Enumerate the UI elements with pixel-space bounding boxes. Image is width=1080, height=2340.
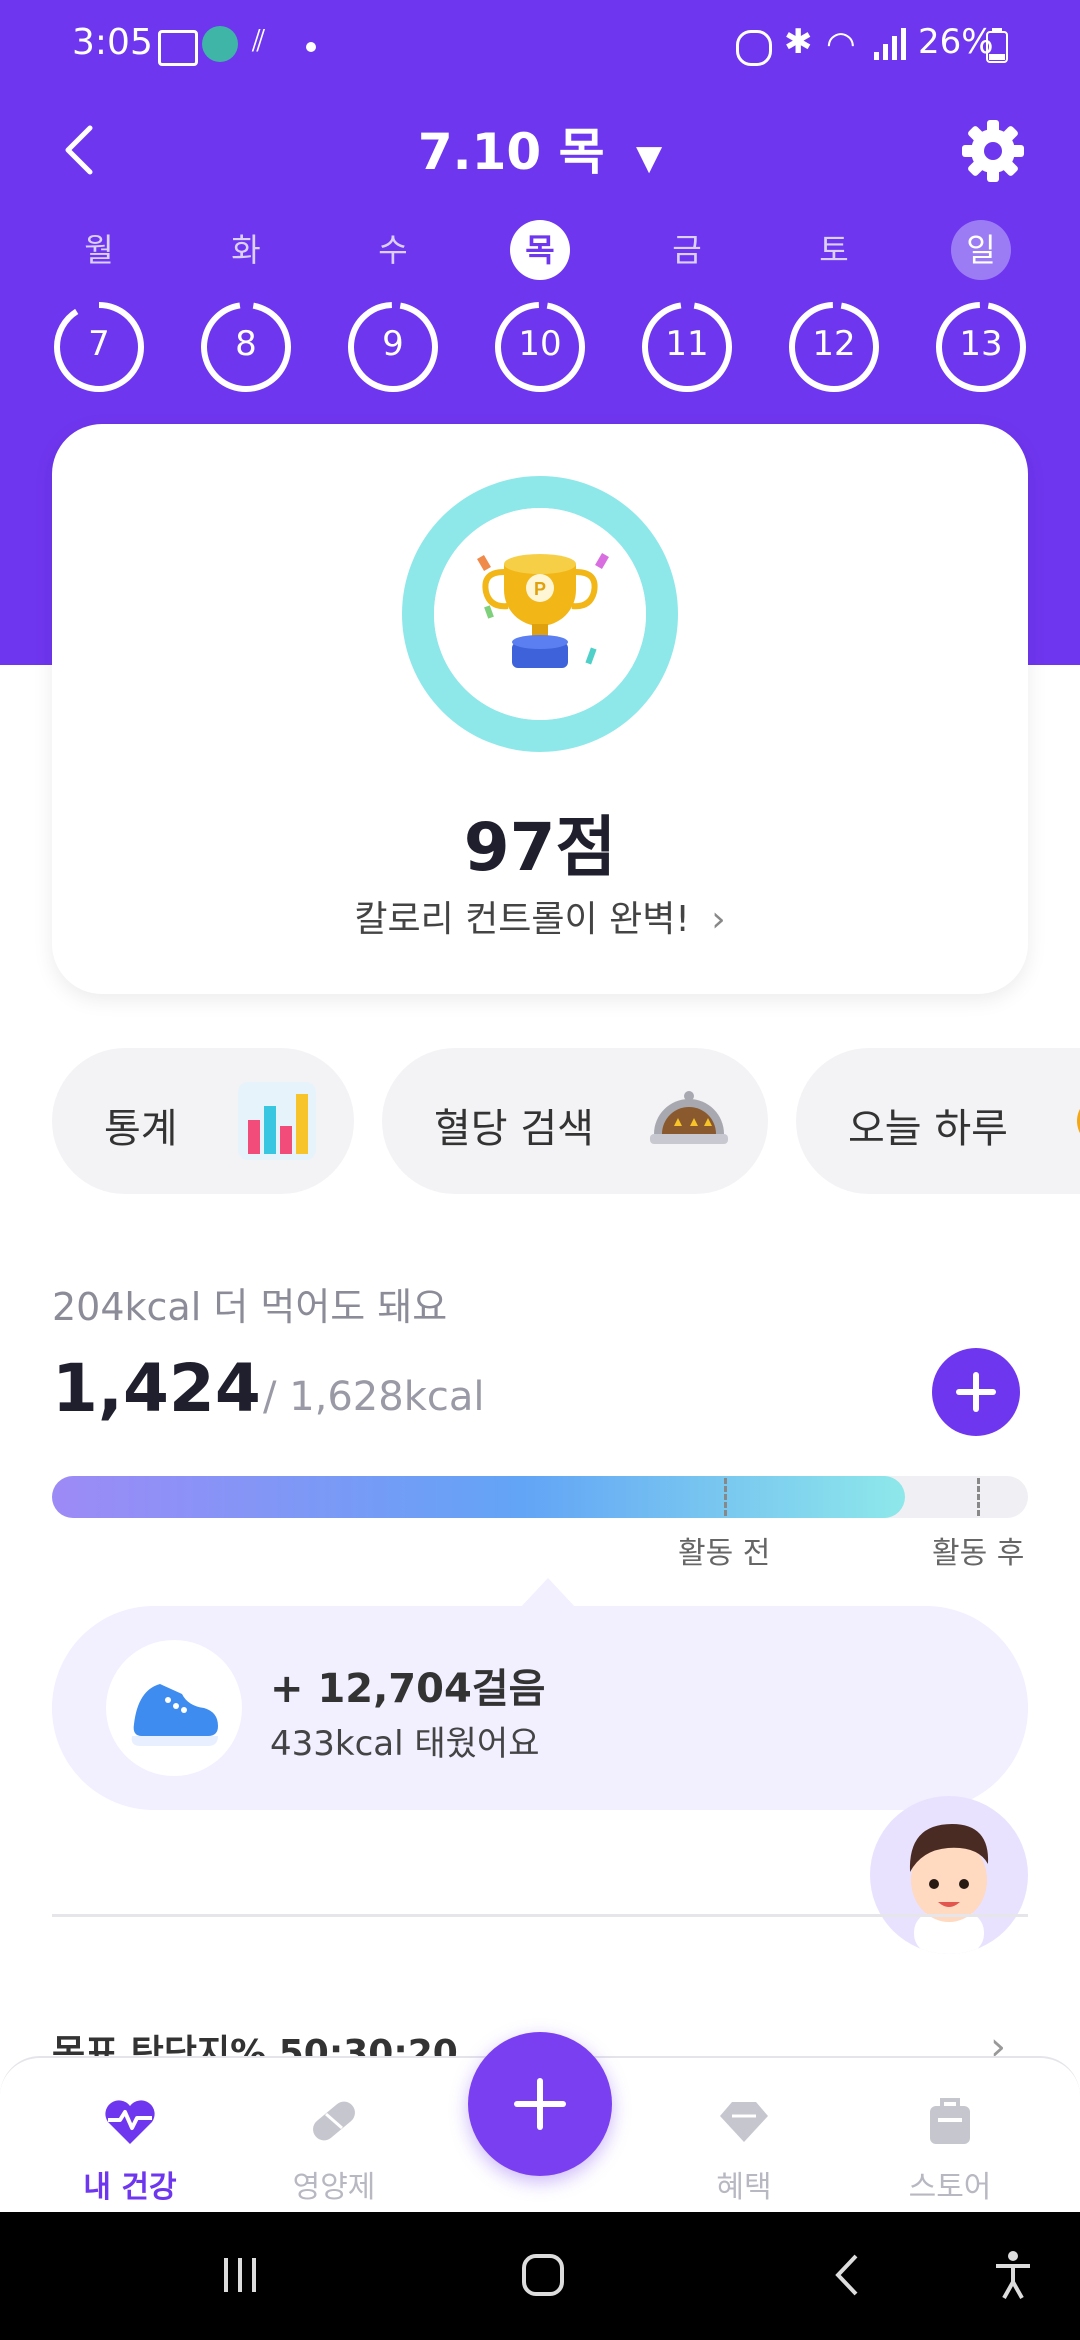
day-label: 목 — [510, 220, 570, 280]
status-bar: 3:05 ⫽ ✱ ◠ 26% — [0, 0, 1080, 95]
calories-remaining: 204kcal 더 먹어도 돼요 — [52, 1285, 448, 1329]
wifi-icon: ◠ — [826, 24, 856, 64]
nav-supplements[interactable]: 영양제 — [244, 2058, 424, 2214]
day-number: 12 — [812, 324, 856, 364]
score-message: 칼로리 컨트롤이 완벽! — [354, 899, 690, 940]
gallery-icon — [158, 30, 198, 66]
day-label: 토 — [819, 231, 849, 269]
alarm-icon — [736, 30, 772, 66]
score-ring: P — [402, 476, 678, 752]
bag-icon — [930, 2098, 970, 2144]
day-number: 11 — [665, 324, 709, 364]
section-divider — [52, 1914, 1028, 1917]
signal-icon — [874, 28, 906, 60]
add-meal-button[interactable] — [932, 1348, 1020, 1436]
day-number: 13 — [959, 324, 1003, 364]
day-number: 7 — [88, 324, 110, 364]
add-record-fab[interactable] — [468, 2032, 612, 2176]
battery-text: 26% — [918, 22, 994, 62]
today-label: 오늘 하루 — [848, 1106, 1008, 1152]
day-label: 월 — [84, 231, 114, 269]
dot-icon — [306, 42, 316, 52]
svg-text:P: P — [534, 579, 546, 599]
nav-label: 영양제 — [292, 2170, 376, 2205]
heart-pulse-icon — [105, 2100, 155, 2144]
today-icon — [1077, 1108, 1080, 1134]
shoe-avatar — [106, 1640, 242, 1776]
calories-consumed: 1,424 — [52, 1350, 261, 1427]
week-calendar: 월 7 화 8 수 9 목 10 금 11 토 12 일 13 — [0, 220, 1080, 400]
after-activity-marker — [977, 1478, 980, 1516]
shoe-icon — [131, 1684, 218, 1746]
gear-icon[interactable] — [958, 116, 1028, 186]
calories-goal: / 1,628kcal — [263, 1374, 485, 1420]
glucose-search-button[interactable]: 혈당 검색 — [382, 1048, 768, 1194]
nav-store[interactable]: 스토어 — [860, 2058, 1040, 2214]
day-label: 금 — [672, 231, 702, 269]
doctor-avatar-icon — [909, 1824, 989, 1954]
date-title: 7.10 목 — [417, 123, 605, 181]
food-tray-icon — [650, 1091, 728, 1144]
calorie-progress-bar — [52, 1476, 1028, 1518]
nav-label: 스토어 — [908, 2170, 992, 2205]
plus-icon — [956, 1372, 996, 1412]
nav-label: 혜택 — [716, 2170, 772, 2205]
calorie-progress-fill — [52, 1476, 906, 1518]
score-value: 97점 — [463, 809, 617, 886]
date-selector[interactable]: 7.10 목 ▼ — [0, 112, 1080, 184]
day-label: 수 — [378, 231, 408, 269]
assistant-avatar-button[interactable] — [870, 1796, 1028, 1954]
steps-card[interactable]: + 12,704걸음 433kcal 태웠어요 — [52, 1606, 1028, 1810]
status-time: 3:05 — [72, 22, 153, 63]
stats-button[interactable]: 통계 — [52, 1048, 354, 1194]
glucose-search-label: 혈당 검색 — [434, 1106, 594, 1152]
accessibility-icon[interactable] — [990, 2248, 1036, 2302]
quick-menu: 통계 혈당 검색 오늘 하루 — [0, 1048, 1080, 1194]
steps-count: + 12,704걸음 — [270, 1666, 546, 1712]
score-message-link[interactable]: 칼로리 컨트롤이 완벽! › — [52, 890, 1028, 942]
steps-burned: 433kcal 태웠어요 — [270, 1724, 540, 1764]
day-number: 8 — [235, 324, 257, 364]
day-number: 10 — [518, 324, 562, 364]
caret-down-icon: ▼ — [636, 138, 663, 178]
recent-apps-icon[interactable] — [218, 2252, 264, 2298]
plus-icon — [514, 2078, 566, 2130]
nav-label: 내 건강 — [83, 2170, 177, 2205]
after-activity-label: 활동 후 — [932, 1536, 1025, 1571]
sync-icon: ⫽ — [252, 24, 266, 59]
day-label: 화 — [231, 231, 261, 269]
nav-my-health[interactable]: 내 건강 — [40, 2058, 220, 2214]
system-navigation-bar — [0, 2212, 1080, 2340]
steps-card-pointer — [520, 1578, 576, 1608]
chevron-right-icon: › — [711, 899, 726, 940]
before-activity-label: 활동 전 — [678, 1536, 771, 1571]
nav-benefits[interactable]: 혜택 — [654, 2058, 834, 2214]
battery-icon — [986, 28, 1008, 63]
day-label: 일 — [951, 220, 1011, 280]
before-activity-marker — [724, 1478, 727, 1516]
bar-chart-icon — [238, 1082, 316, 1160]
bluetooth-icon: ✱ — [784, 22, 813, 62]
stats-label: 통계 — [104, 1106, 178, 1152]
top-bar: 7.10 목 ▼ — [0, 100, 1080, 200]
back-nav-icon[interactable] — [826, 2252, 872, 2298]
pill-icon — [313, 2101, 355, 2141]
home-icon[interactable] — [520, 2252, 566, 2298]
today-button[interactable]: 오늘 하루 — [796, 1048, 1080, 1194]
app-notification-icon — [202, 26, 238, 62]
day-number: 9 — [382, 324, 404, 364]
tag-icon — [720, 2102, 768, 2142]
score-card[interactable]: P 97점 칼로리 컨트롤이 완벽! › — [52, 424, 1028, 994]
